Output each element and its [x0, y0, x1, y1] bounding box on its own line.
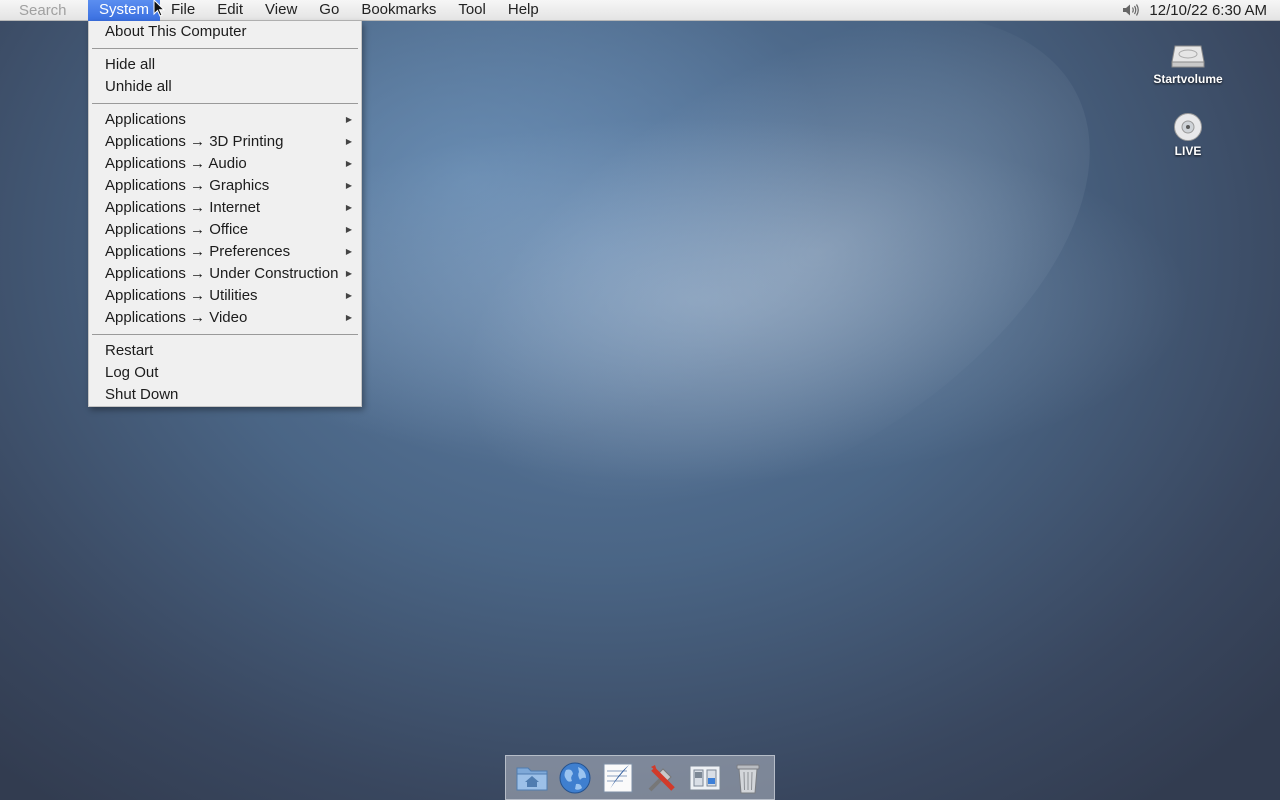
menu-item-applications-utilities[interactable]: Applications → Utilities ▶	[89, 285, 361, 307]
menu-separator	[92, 334, 358, 335]
submenu-arrow-icon: ▶	[345, 291, 352, 300]
menu-item-label: Applications → Graphics	[105, 177, 270, 194]
desktop-icon-startvolume[interactable]: Startvolume	[1143, 38, 1233, 86]
submenu-arrow-icon: ▶	[345, 203, 352, 212]
menu-item-applications-audio[interactable]: Applications → Audio ▶	[89, 153, 361, 175]
text-editor-icon[interactable]	[599, 759, 637, 797]
menu-item-label: Applications → Preferences	[105, 243, 291, 260]
menu-item-applications-preferences[interactable]: Applications → Preferences ▶	[89, 241, 361, 263]
menu-item-applications-graphics[interactable]: Applications → Graphics ▶	[89, 175, 361, 197]
menu-item-about[interactable]: About This Computer	[89, 21, 361, 43]
menu-go[interactable]: Go	[308, 0, 350, 21]
menu-separator	[92, 103, 358, 104]
status-area: 12/10/22 6:30 AM	[1122, 0, 1280, 21]
menu-item-log-out[interactable]: Log Out	[89, 362, 361, 384]
optical-disc-icon	[1143, 110, 1233, 144]
menu-item-restart[interactable]: Restart	[89, 340, 361, 362]
menu-item-label: Applications → Office	[105, 221, 249, 238]
hard-drive-icon	[1143, 38, 1233, 72]
desktop-icon-label: Startvolume	[1153, 72, 1223, 86]
menu-item-label: Applications → Internet	[105, 199, 261, 216]
menu-file[interactable]: File	[160, 0, 206, 21]
home-folder-icon[interactable]	[513, 759, 551, 797]
menu-item-hide-all[interactable]: Hide all	[89, 54, 361, 76]
menu-edit[interactable]: Edit	[206, 0, 254, 21]
submenu-arrow-icon: ▶	[345, 247, 352, 256]
menu-view[interactable]: View	[254, 0, 308, 21]
search-input[interactable]	[0, 0, 84, 21]
submenu-arrow-icon: ▶	[345, 313, 352, 322]
submenu-arrow-icon: ▶	[345, 115, 352, 124]
menu-item-label: Applications → Video	[105, 309, 248, 326]
menu-system[interactable]: System	[88, 0, 161, 21]
menu-item-applications-under-construction[interactable]: Applications → Under Construction ▶	[89, 263, 361, 285]
system-menu-dropdown: About This Computer Hide all Unhide all …	[88, 21, 362, 407]
menu-item-applications-internet[interactable]: Applications → Internet ▶	[89, 197, 361, 219]
web-browser-icon[interactable]	[556, 759, 594, 797]
menu-item-label: Applications → 3D Printing	[105, 133, 284, 150]
submenu-arrow-icon: ▶	[345, 269, 352, 278]
submenu-arrow-icon: ▶	[345, 181, 352, 190]
menu-separator	[92, 48, 358, 49]
dock	[505, 755, 775, 800]
menu-item-applications-video[interactable]: Applications → Video ▶	[89, 307, 361, 329]
menu-help[interactable]: Help	[497, 0, 550, 21]
desktop-icon-live[interactable]: LIVE	[1143, 110, 1233, 158]
menu-item-label: Applications	[105, 111, 186, 128]
submenu-arrow-icon: ▶	[345, 137, 352, 146]
mouse-pointer-icon	[153, 0, 165, 17]
menu-tool[interactable]: Tool	[447, 0, 497, 21]
menu-item-label: Applications → Under Construction	[105, 265, 339, 282]
menu-item-unhide-all[interactable]: Unhide all	[89, 76, 361, 98]
menu-item-applications-office[interactable]: Applications → Office ▶	[89, 219, 361, 241]
volume-icon[interactable]	[1122, 2, 1140, 18]
menu-bar: System File Edit View Go Bookmarks Tool …	[0, 0, 1280, 21]
clock[interactable]: 12/10/22 6:30 AM	[1149, 2, 1267, 19]
submenu-arrow-icon: ▶	[345, 225, 352, 234]
trash-icon[interactable]	[729, 759, 767, 797]
utilities-icon[interactable]	[643, 759, 681, 797]
wallpaper-swoosh	[305, 0, 1175, 634]
menu-bookmarks[interactable]: Bookmarks	[350, 0, 447, 21]
submenu-arrow-icon: ▶	[345, 159, 352, 168]
preferences-icon[interactable]	[686, 759, 724, 797]
menu-item-applications[interactable]: Applications ▶	[89, 109, 361, 131]
menu-item-label: Applications → Utilities	[105, 287, 258, 304]
menu-item-label: Applications → Audio	[105, 155, 247, 172]
menu-item-shut-down[interactable]: Shut Down	[89, 384, 361, 406]
menu-item-applications-3d-printing[interactable]: Applications → 3D Printing ▶	[89, 131, 361, 153]
desktop-icon-label: LIVE	[1174, 144, 1202, 158]
